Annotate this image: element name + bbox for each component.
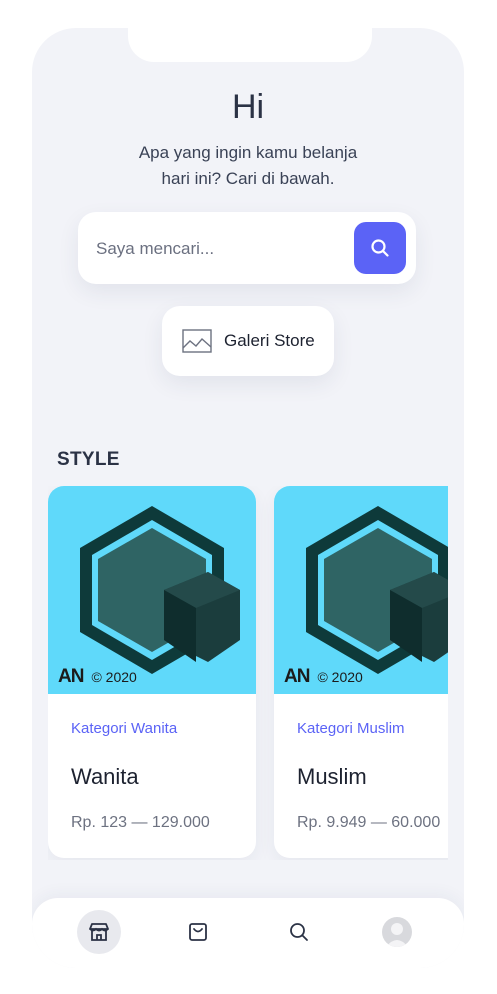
- brand-watermark: AN © 2020: [284, 666, 363, 688]
- copyright-text: © 2020: [91, 669, 137, 685]
- search-button[interactable]: [354, 222, 406, 274]
- nav-bag[interactable]: [176, 910, 220, 954]
- user-silhouette-icon: [386, 923, 408, 947]
- product-card[interactable]: AN © 2020 Kategori Wanita Wanita Rp. 123…: [48, 486, 256, 858]
- search-input[interactable]: [94, 234, 348, 264]
- product-name: Wanita: [71, 764, 139, 789]
- profile-avatar: [382, 917, 412, 947]
- search-bar: [78, 212, 416, 284]
- store-icon: [89, 923, 109, 941]
- gallery-store-button[interactable]: Galeri Store: [162, 306, 334, 376]
- product-category: Kategori Muslim: [297, 720, 405, 737]
- product-card[interactable]: AN © 2020 Kategori Muslim Muslim Rp. 9.9…: [274, 486, 448, 858]
- product-name: Muslim: [297, 764, 367, 789]
- subtitle-line-2: hari ini? Cari di bawah.: [161, 169, 335, 188]
- product-image: AN © 2020: [48, 486, 256, 694]
- search-icon: [371, 239, 389, 257]
- brand-logo-graphic: [306, 506, 448, 674]
- product-price: Rp. 9.949 — 60.000: [297, 814, 441, 831]
- product-category: Kategori Wanita: [71, 720, 178, 737]
- subtitle-line-1: Apa yang ingin kamu belanja: [138, 143, 358, 162]
- phone-screen: Hi Apa yang ingin kamu belanja hari ini?…: [32, 28, 464, 968]
- nav-profile[interactable]: [375, 910, 419, 954]
- product-image: AN © 2020: [274, 486, 448, 694]
- brand-logo: AN: [284, 666, 310, 687]
- gallery-store-label: Galeri Store: [224, 331, 315, 350]
- greeting-subtitle: Apa yang ingin kamu belanja hari ini? Ca…: [32, 140, 464, 192]
- bottom-nav: [32, 898, 464, 968]
- product-price: Rp. 123 — 129.000: [71, 814, 210, 831]
- nav-search[interactable]: [277, 910, 321, 954]
- brand-logo: AN: [58, 666, 84, 687]
- greeting-title: Hi: [231, 88, 265, 126]
- section-title: STYLE: [57, 449, 120, 470]
- product-carousel[interactable]: AN © 2020 Kategori Wanita Wanita Rp. 123…: [48, 486, 448, 860]
- device-notch: [128, 28, 372, 62]
- brand-watermark: AN © 2020: [58, 666, 137, 688]
- image-icon: [182, 329, 212, 353]
- search-icon: [290, 923, 308, 941]
- copyright-text: © 2020: [317, 669, 363, 685]
- brand-logo-graphic: [80, 506, 240, 674]
- nav-store[interactable]: [77, 910, 121, 954]
- shopping-bag-icon: [189, 923, 207, 941]
